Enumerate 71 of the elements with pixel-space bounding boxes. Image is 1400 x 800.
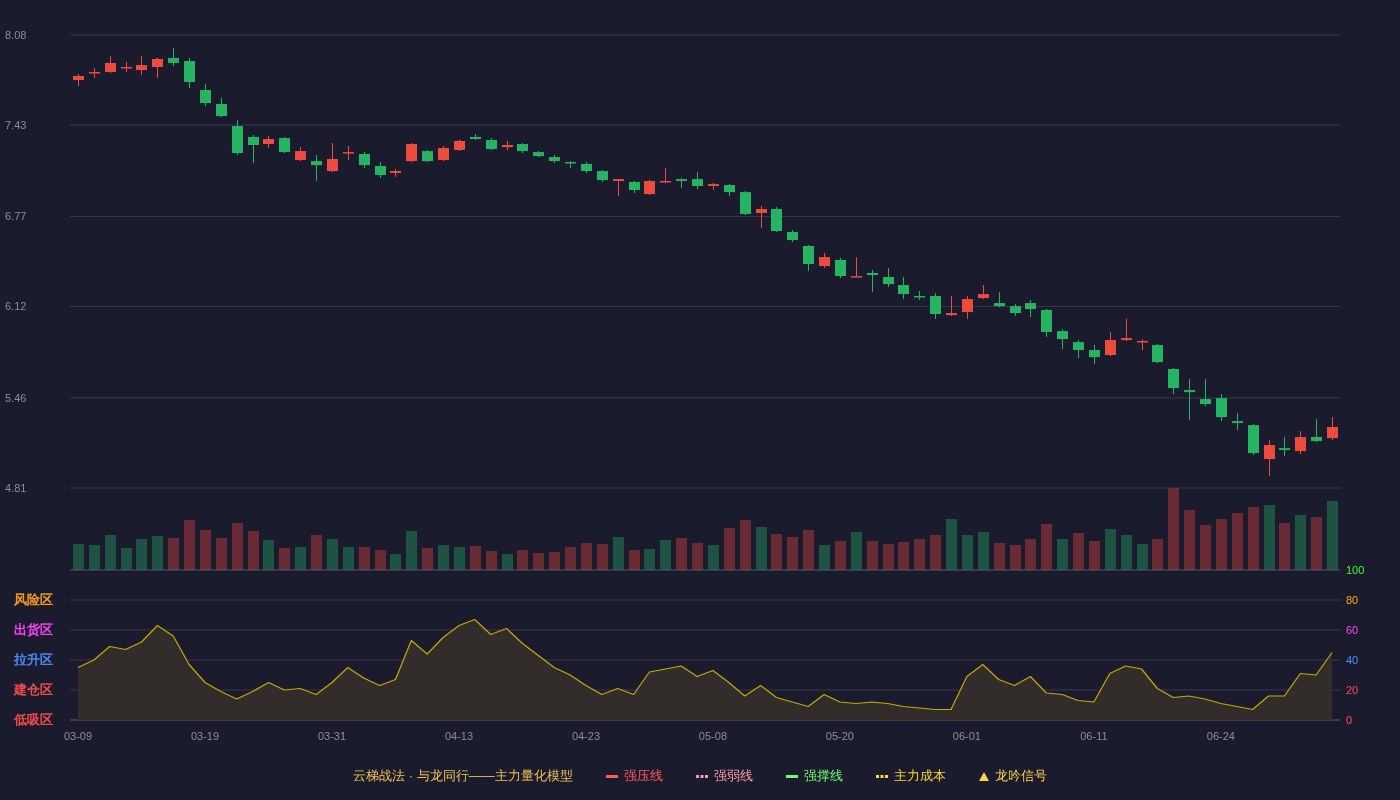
x-axis-label: 03-19 [190,729,220,742]
y-axis-label: 100 [1346,563,1365,576]
candlestick [946,295,957,317]
candlestick [184,57,195,89]
candlestick [962,295,973,320]
y-axis-label: 20 [1346,683,1359,696]
y-axis-label: 80 [1346,593,1359,606]
candlestick [740,190,751,216]
candlestick [200,83,211,107]
x-axis-label: 06-11 [1080,729,1108,742]
candlestick [883,267,894,288]
x-axis-label: 04-23 [571,729,600,742]
y-axis-label: 0 [1346,713,1353,726]
zone-label: 低吸区 [14,713,53,728]
candlestick [406,142,417,163]
candlestick [1184,378,1195,421]
x-axis-label: 05-08 [698,729,727,742]
legend-label: 主力成本 [893,767,946,785]
candlestick [327,142,338,173]
candlestick [1279,436,1290,457]
candlestick [1121,318,1132,342]
legend-label: 强弱线 [713,767,753,785]
candlestick [1216,393,1227,422]
y-axis-label: 60 [1346,623,1359,636]
candlestick [898,276,909,300]
candlestick [1152,343,1163,364]
x-axis-label: 03-09 [63,729,93,742]
candlestick [851,256,862,278]
candlestick [1327,416,1338,441]
candlestick [771,206,782,233]
candlestick [168,47,179,67]
y-axis-label: 40 [1346,653,1359,666]
candlestick [1105,331,1116,357]
legend-label: 强撑线 [803,767,843,785]
candlestick [1295,430,1306,455]
y-axis-label: 8.08 [5,28,27,41]
candlestick [1311,418,1322,443]
y-axis-label: 5.46 [5,391,27,404]
candlestick [1168,367,1179,395]
x-axis-label: 04-13 [444,729,474,742]
candlestick [867,269,878,293]
legend-title: 云梯战法 · 与龙同行——主力量化模型 [353,767,573,785]
y-axis-label: 6.12 [5,300,27,313]
x-axis-label: 06-24 [1206,729,1235,742]
zone-label: 风险区 [14,593,53,608]
legend-label: 龙吟信号 [994,767,1047,785]
x-axis-label: 03-31 [317,729,347,742]
candlestick [152,57,163,79]
candlestick [803,244,814,272]
zone-label: 出货区 [14,623,53,638]
candlestick [136,55,147,76]
candlestick [835,257,846,279]
candlestick [1264,439,1275,477]
candlestick [311,154,322,182]
candlestick [1057,328,1068,350]
zone-label: 拉升区 [14,653,53,668]
candlestick [1089,344,1100,365]
candlestick [216,97,227,118]
candlestick [1073,339,1084,359]
candlestick [756,205,767,229]
candlestick [248,134,259,164]
zone-label: 建仓区 [14,683,53,698]
candlestick [930,292,941,320]
candlestick [1200,378,1211,407]
x-axis-label: 06-01 [952,729,981,742]
candlestick [1041,308,1052,338]
y-axis-label: 7.43 [5,118,27,131]
y-axis-label: 4.81 [5,481,27,494]
x-axis-label: 05-20 [825,729,854,742]
y-axis-label: 6.77 [5,210,27,223]
legend-label: 强压线 [623,767,663,785]
